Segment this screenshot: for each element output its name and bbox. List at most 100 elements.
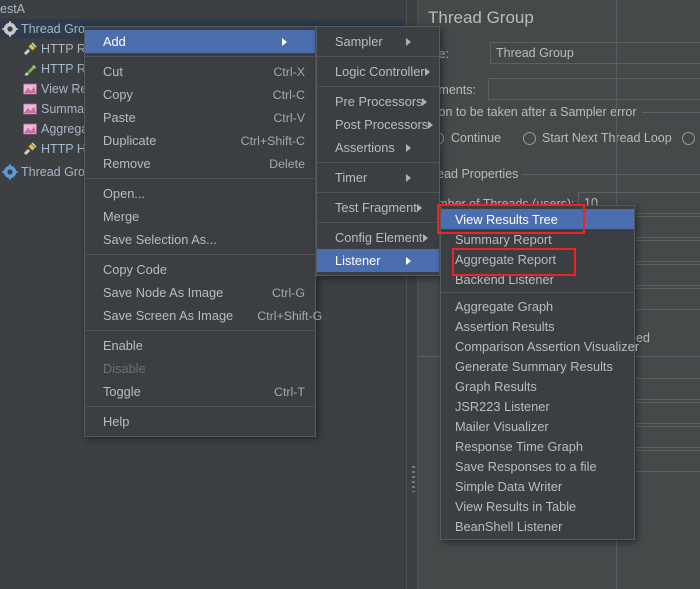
listener-submenu-item-aggregate-graph[interactable]: Aggregate Graph <box>441 296 634 316</box>
listener-submenu-item-backend-listener[interactable]: Backend Listener <box>441 269 634 289</box>
radio-continue-label: Continue <box>451 131 502 145</box>
listener-submenu-item-label: Mailer Visualizer <box>455 418 549 434</box>
context-menu-item-copy[interactable]: Copy Ctrl-C <box>85 83 315 106</box>
listener-submenu-item-label: View Results Tree <box>455 211 558 227</box>
http-request-defaults-icon <box>22 61 38 77</box>
group-divider-2 <box>522 174 700 175</box>
listener-submenu-item-response-time-graph[interactable]: Response Time Graph <box>441 436 634 456</box>
context-menu-item-cut[interactable]: Cut Ctrl-X <box>85 60 315 83</box>
context-menu-item-toggle[interactable]: Toggle Ctrl-T <box>85 380 315 403</box>
context-menu-item-save-selection-as[interactable]: Save Selection As... <box>85 228 315 251</box>
context-menu-separator <box>85 56 315 57</box>
context-menu-item-merge[interactable]: Merge <box>85 205 315 228</box>
add-submenu[interactable]: Sampler Logic Controller Pre Processors Pos… <box>316 26 440 276</box>
listener-icon <box>22 101 38 117</box>
context-menu-item-disable[interactable]: Disable <box>85 357 315 380</box>
context-menu-item-accelerator: Ctrl+Shift-G <box>257 308 323 323</box>
add-submenu-item-test-fragment[interactable]: Test Fragment <box>317 196 439 219</box>
add-submenu-item-label: Post Processors <box>335 117 429 132</box>
listener-submenu-item-view-results-tree[interactable]: View Results Tree <box>441 209 634 229</box>
context-menu-item-save-node-as-image[interactable]: Save Node As Image Ctrl-G <box>85 281 315 304</box>
add-submenu-item-listener[interactable]: Listener <box>317 249 439 272</box>
context-menu-item-label: Merge <box>103 209 140 224</box>
context-menu-item-add[interactable]: Add <box>85 30 315 53</box>
add-submenu-item-sampler[interactable]: Sampler <box>317 30 439 53</box>
context-menu-item-label: Add <box>103 34 126 49</box>
comments-input[interactable] <box>488 78 700 100</box>
splitter-grip[interactable] <box>412 466 415 492</box>
listener-submenu-item-label: Simple Data Writer <box>455 478 563 494</box>
add-submenu-separator <box>317 192 439 193</box>
listener-submenu-item-simple-data-writer[interactable]: Simple Data Writer <box>441 476 634 496</box>
listener-submenu-item-label: Assertion Results <box>455 318 555 334</box>
chevron-right-icon <box>282 37 305 46</box>
context-menu-separator <box>85 254 315 255</box>
listener-submenu-item-comparison-assertion-visualizer[interactable]: Comparison Assertion Visualizer <box>441 336 639 356</box>
add-submenu-item-pre-processors[interactable]: Pre Processors <box>317 90 439 113</box>
tree-item-label: Summar <box>41 102 89 116</box>
listener-submenu-item-generate-summary-results[interactable]: Generate Summary Results <box>441 356 634 376</box>
add-submenu-item-label: Assertions <box>335 140 395 155</box>
add-submenu-item-label: Pre Processors <box>335 94 423 109</box>
chevron-right-icon <box>406 37 429 46</box>
listener-submenu-item-label: JSR223 Listener <box>455 398 550 414</box>
add-submenu-item-label: Test Fragment <box>335 200 417 215</box>
context-menu-item-help[interactable]: Help <box>85 410 315 433</box>
chevron-right-icon <box>416 203 440 212</box>
context-menu-item-copy-code[interactable]: Copy Code <box>85 258 315 281</box>
listener-submenu-item-jsr223-listener[interactable]: JSR223 Listener <box>441 396 634 416</box>
listener-icon <box>22 121 38 137</box>
listener-submenu-item-mailer-visualizer[interactable]: Mailer Visualizer <box>441 416 634 436</box>
context-menu-item-label: Duplicate <box>103 133 157 148</box>
add-submenu-item-timer[interactable]: Timer <box>317 166 439 189</box>
listener-submenu[interactable]: View Results Tree Summary Report Aggregate… <box>440 205 639 540</box>
context-menu[interactable]: Add Cut Ctrl-X Copy Ctrl-C Paste Ctrl-V Duplica… <box>84 26 322 437</box>
listener-submenu-item-save-responses-to-a-file[interactable]: Save Responses to a file <box>441 456 634 476</box>
add-submenu-item-post-processors[interactable]: Post Processors <box>317 113 439 136</box>
context-menu-item-duplicate[interactable]: Duplicate Ctrl+Shift-C <box>85 129 315 152</box>
context-menu-item-save-screen-as-image[interactable]: Save Screen As Image Ctrl+Shift-G <box>85 304 322 327</box>
name-input[interactable] <box>490 42 700 64</box>
context-menu-item-open[interactable]: Open... <box>85 182 315 205</box>
context-menu-item-label: Save Node As Image <box>103 285 224 300</box>
chevron-right-icon <box>424 67 448 76</box>
context-menu-item-label: Help <box>103 414 130 429</box>
listener-submenu-item-label: Aggregate Graph <box>455 298 554 314</box>
listener-submenu-item-summary-report[interactable]: Summary Report <box>441 229 634 249</box>
gear-icon <box>2 21 18 37</box>
listener-submenu-item-graph-results[interactable]: Graph Results <box>441 376 634 396</box>
listener-submenu-item-aggregate-report[interactable]: Aggregate Report <box>441 249 634 269</box>
radio-stop-thread[interactable] <box>682 132 695 145</box>
context-menu-item-accelerator: Ctrl-G <box>271 285 305 300</box>
context-menu-separator <box>85 330 315 331</box>
context-menu-item-enable[interactable]: Enable <box>85 334 315 357</box>
context-menu-item-label: Save Selection As... <box>103 232 217 247</box>
context-menu-item-accelerator: Ctrl-C <box>272 87 305 102</box>
add-submenu-item-config-element[interactable]: Config Element <box>317 226 439 249</box>
listener-submenu-item-label: Generate Summary Results <box>455 358 613 374</box>
context-menu-item-label: Open... <box>103 186 145 201</box>
listener-submenu-item-label: BeanShell Listener <box>455 518 563 534</box>
add-submenu-item-logic-controller[interactable]: Logic Controller <box>317 60 439 83</box>
add-submenu-item-label: Timer <box>335 170 368 185</box>
context-menu-item-accelerator: Ctrl+Shift-C <box>240 133 305 148</box>
context-menu-item-label: Disable <box>103 361 146 376</box>
jmeter-window: estA Thread Group HTTP Re HTTP Re View Res S… <box>0 0 700 589</box>
add-submenu-item-assertions[interactable]: Assertions <box>317 136 439 159</box>
listener-submenu-item-label: Summary Report <box>455 231 552 247</box>
radio-start-next-thread-loop[interactable] <box>523 132 536 145</box>
context-menu-item-label: Enable <box>103 338 143 353</box>
listener-submenu-item-label: Response Time Graph <box>455 438 584 454</box>
add-submenu-item-label: Config Element <box>335 230 423 245</box>
context-menu-item-remove[interactable]: Remove Delete <box>85 152 315 175</box>
listener-submenu-item-beanshell-listener[interactable]: BeanShell Listener <box>441 516 634 536</box>
chevron-right-icon <box>406 256 429 265</box>
gear-blue-icon <box>2 164 18 180</box>
context-menu-item-paste[interactable]: Paste Ctrl-V <box>85 106 315 129</box>
context-menu-item-label: Toggle <box>103 384 141 399</box>
add-submenu-item-label: Sampler <box>335 34 383 49</box>
listener-submenu-item-view-results-in-table[interactable]: View Results in Table <box>441 496 634 516</box>
listener-submenu-item-assertion-results[interactable]: Assertion Results <box>441 316 634 336</box>
context-menu-item-accelerator: Ctrl-X <box>273 64 305 79</box>
sampler-error-group-label: ction to be taken after a Sampler error <box>426 105 637 119</box>
